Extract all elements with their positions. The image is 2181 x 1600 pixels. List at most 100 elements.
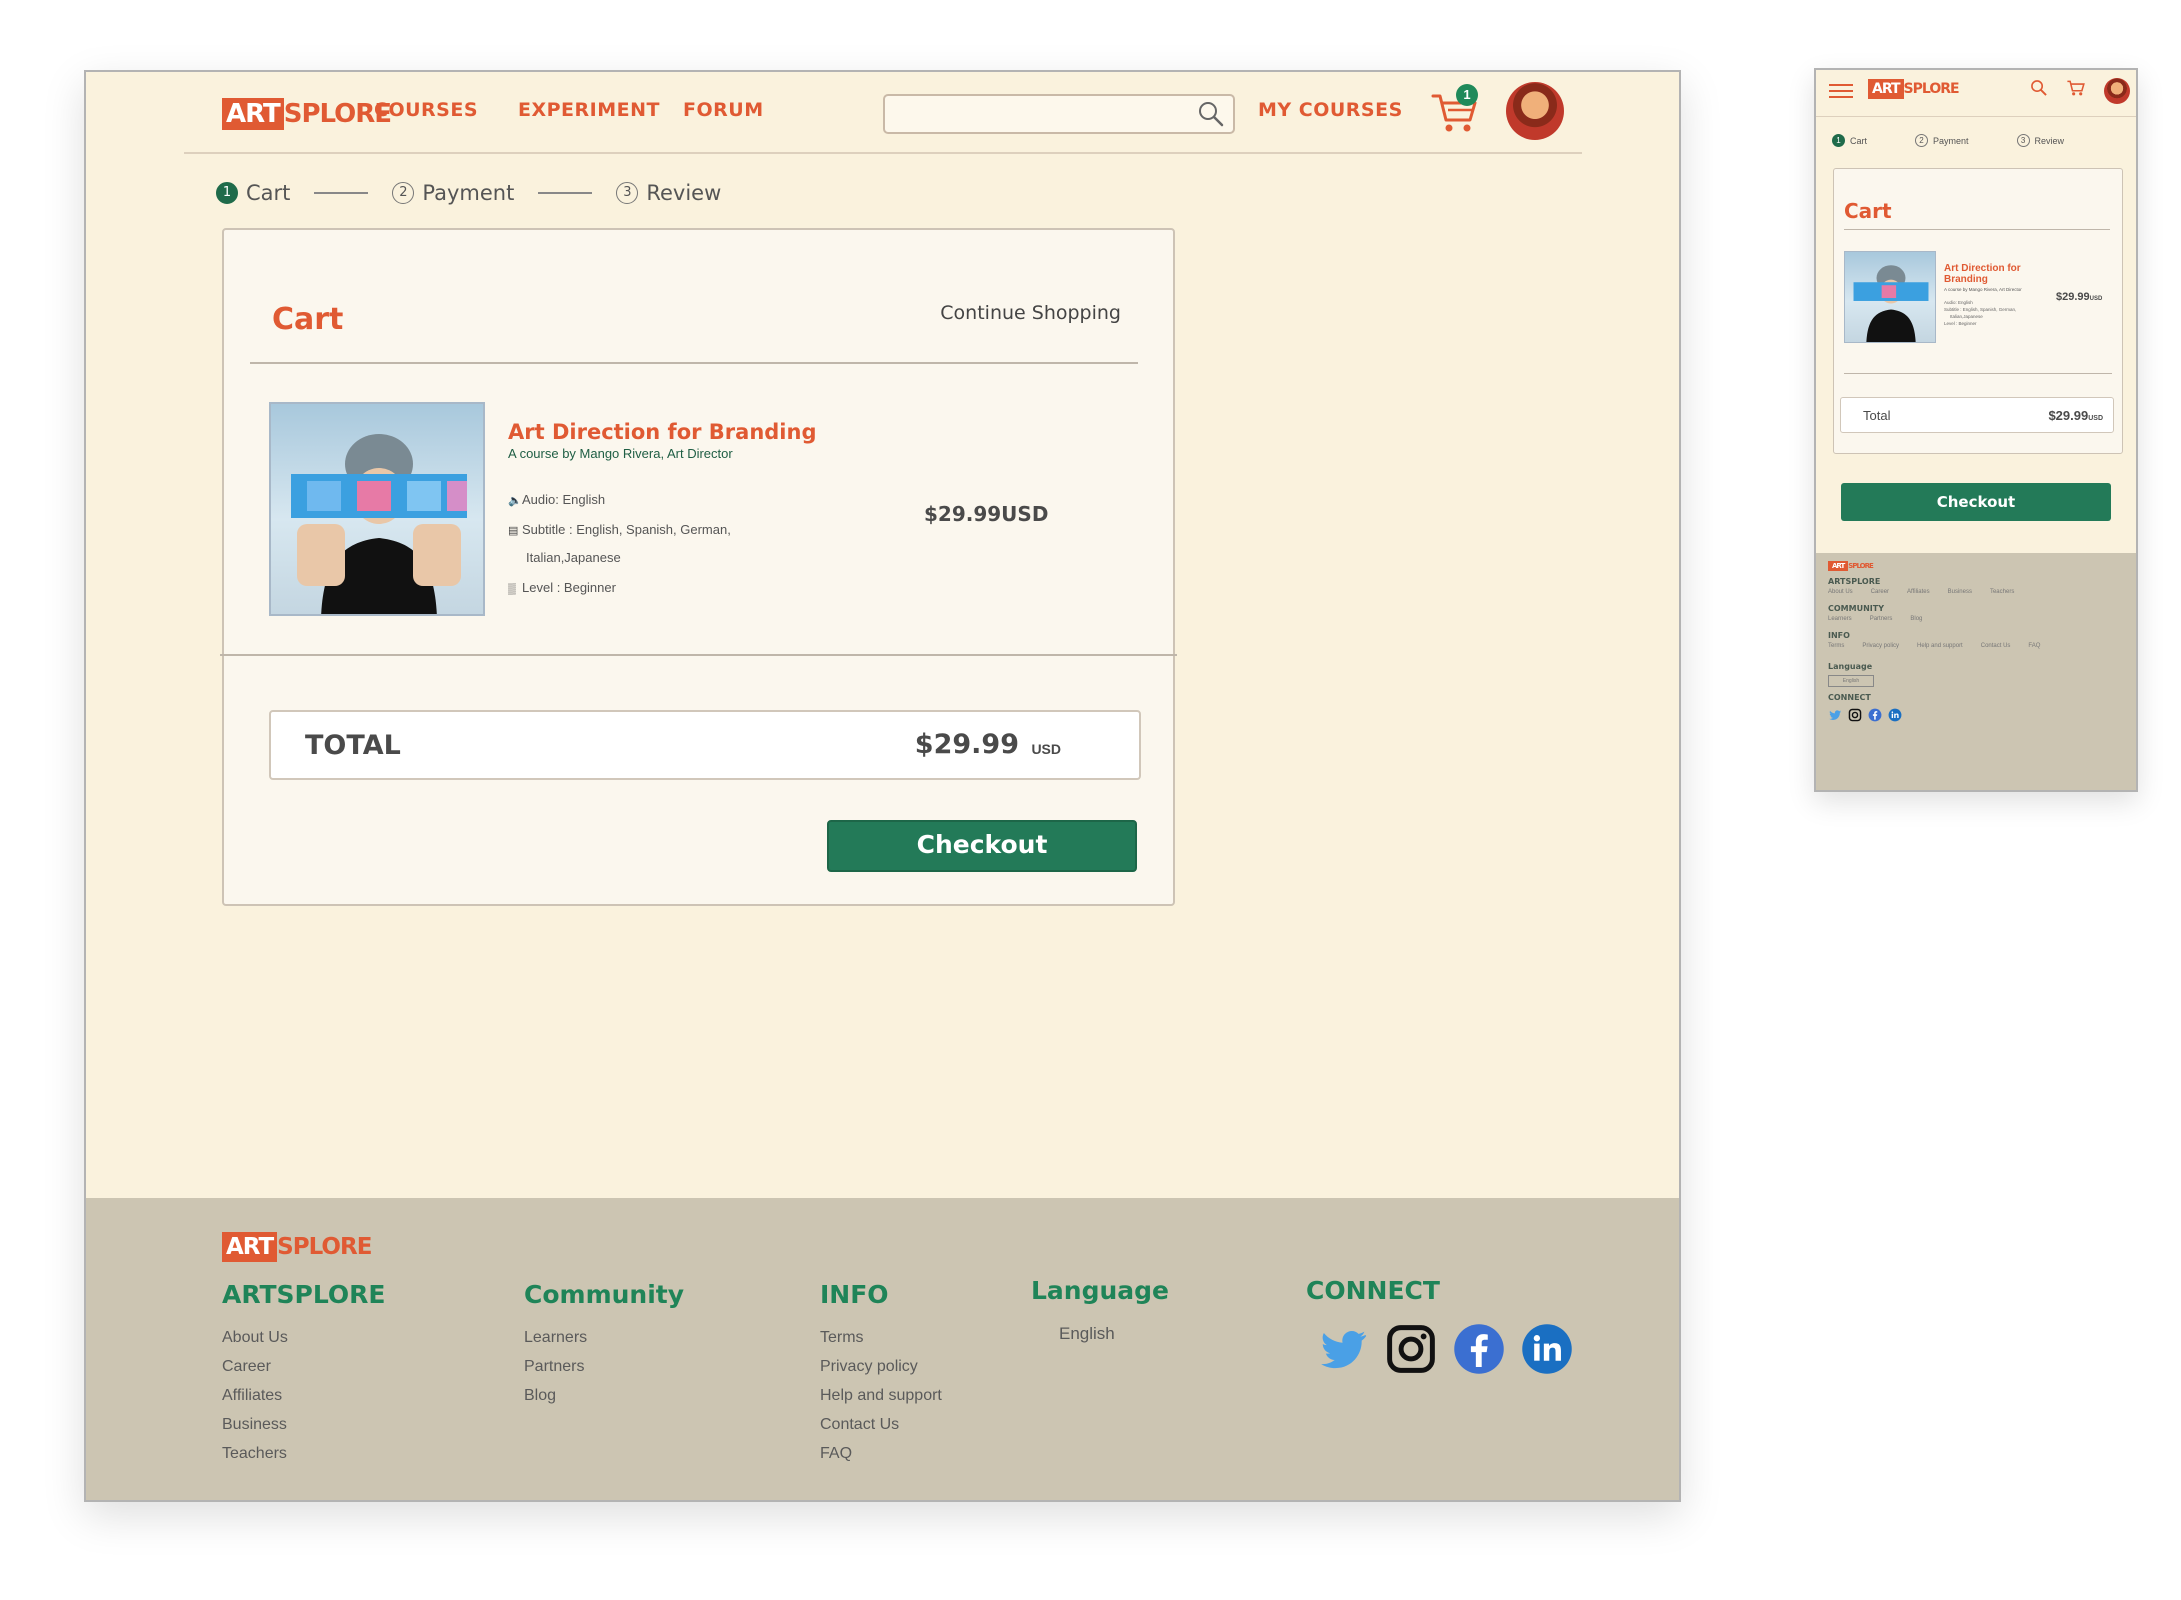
footer: ART SPLORE ARTSPLORE About Us Career Affi… bbox=[86, 1198, 1679, 1500]
step-3-dot: 3 bbox=[2016, 134, 2030, 147]
step-cart[interactable]: Cart bbox=[1850, 136, 1867, 146]
footer-link-blog[interactable]: Blog bbox=[1910, 616, 1922, 622]
footer-link-teachers[interactable]: Teachers bbox=[222, 1439, 385, 1468]
footer-link-affiliates[interactable]: Affiliates bbox=[1907, 589, 1930, 595]
footer-link-about[interactable]: About Us bbox=[222, 1323, 385, 1352]
cart-card: Cart Continue Shopping Art Direction for… bbox=[220, 228, 1177, 906]
course-level-text: Level : Beginner bbox=[522, 580, 616, 595]
course-title[interactable]: Art Direction for Branding bbox=[1944, 263, 2040, 285]
footer: ART SPLORE ARTSPLORE About Us Career Affili… bbox=[1816, 553, 2136, 790]
course-title[interactable]: Art Direction for Branding bbox=[508, 420, 817, 444]
footer-link-privacy[interactable]: Privacy policy bbox=[820, 1352, 942, 1381]
footer-link-privacy[interactable]: Privacy policy bbox=[1862, 643, 1899, 649]
checkout-button[interactable]: Checkout bbox=[827, 820, 1137, 872]
footer-link-contact[interactable]: Contact Us bbox=[820, 1410, 942, 1439]
menu-icon[interactable] bbox=[1829, 84, 1853, 98]
search-input[interactable] bbox=[895, 102, 1185, 126]
twitter-icon[interactable] bbox=[1828, 708, 1842, 722]
footer-link-business[interactable]: Business bbox=[1948, 589, 1972, 595]
nav-forum[interactable]: FORUM bbox=[683, 99, 764, 121]
brand-logo-box: ART bbox=[222, 98, 284, 130]
brand-logo[interactable]: ART SPLORE bbox=[222, 98, 392, 130]
avatar[interactable] bbox=[1506, 82, 1564, 140]
footer-link-partners[interactable]: Partners bbox=[524, 1352, 684, 1381]
checkout-steps: 1 Cart 2 Payment 3 Review bbox=[1832, 134, 2064, 147]
footer-link-career[interactable]: Career bbox=[222, 1352, 385, 1381]
footer-link-learners[interactable]: Learners bbox=[1828, 616, 1852, 622]
course-thumbnail[interactable] bbox=[269, 402, 485, 616]
footer-logo[interactable]: ART SPLORE bbox=[1828, 561, 1874, 571]
footer-link-help[interactable]: Help and support bbox=[1917, 643, 1963, 649]
course-audio: Audio: English bbox=[1944, 300, 1973, 305]
avatar[interactable] bbox=[2104, 78, 2130, 104]
footer-heading: Language bbox=[1828, 662, 1873, 671]
cart-count-badge: 1 bbox=[1456, 84, 1478, 106]
step-payment[interactable]: Payment bbox=[1933, 136, 1969, 146]
footer-logo-rest: SPLORE bbox=[1848, 562, 1873, 570]
footer-link-help[interactable]: Help and support bbox=[820, 1381, 942, 1410]
footer-logo-box: ART bbox=[1828, 561, 1849, 571]
continue-shopping-link[interactable]: Continue Shopping bbox=[940, 302, 1121, 324]
total-label: TOTAL bbox=[305, 730, 401, 761]
footer-link-business[interactable]: Business bbox=[222, 1410, 385, 1439]
language-select[interactable]: English bbox=[1031, 1319, 1169, 1348]
footer-link-faq[interactable]: FAQ bbox=[820, 1439, 942, 1468]
step-1-dot: 1 bbox=[216, 182, 238, 204]
footer-heading: ARTSPLORE bbox=[1828, 577, 1881, 586]
footer-link-faq[interactable]: FAQ bbox=[2028, 643, 2040, 649]
footer-link-terms[interactable]: Terms bbox=[1828, 643, 1844, 649]
step-review[interactable]: Review bbox=[2035, 136, 2065, 146]
footer-heading: CONNECT bbox=[1828, 693, 1871, 702]
footer-link-teachers[interactable]: Teachers bbox=[1990, 589, 2014, 595]
footer-link-terms[interactable]: Terms bbox=[820, 1323, 942, 1352]
footer-link-affiliates[interactable]: Affiliates bbox=[222, 1381, 385, 1410]
step-payment[interactable]: Payment bbox=[422, 181, 514, 205]
footer-heading: ARTSPLORE bbox=[222, 1280, 386, 1309]
step-review[interactable]: Review bbox=[646, 181, 721, 205]
footer-link-about[interactable]: About Us bbox=[1828, 589, 1853, 595]
course-subtitle-cont: Italian,Japanese bbox=[526, 550, 621, 565]
course-subtitle-cont: Italian,Japanese bbox=[1950, 314, 1983, 319]
mobile-logo-rest: SPLORE bbox=[1903, 81, 1960, 97]
facebook-icon[interactable] bbox=[1452, 1322, 1506, 1376]
footer-heading: COMMUNITY bbox=[1828, 604, 1885, 613]
cart-icon[interactable] bbox=[2066, 79, 2086, 102]
nav-experiment[interactable]: EXPERIMENT bbox=[518, 99, 660, 121]
total-amount: $29.99 bbox=[914, 729, 1019, 760]
header-divider bbox=[184, 152, 1582, 154]
footer-link-learners[interactable]: Learners bbox=[524, 1323, 684, 1352]
checkout-button[interactable]: Checkout bbox=[1841, 483, 2111, 521]
footer-link-career[interactable]: Career bbox=[1871, 589, 1889, 595]
mobile-logo-box: ART bbox=[1868, 79, 1904, 99]
course-thumbnail[interactable] bbox=[1844, 251, 1936, 343]
footer-heading: Language bbox=[1031, 1276, 1170, 1305]
linkedin-icon[interactable] bbox=[1888, 708, 1902, 722]
nav-courses[interactable]: COURSES bbox=[374, 99, 478, 121]
search-icon[interactable] bbox=[1197, 100, 1225, 133]
footer-heading: Community bbox=[524, 1280, 685, 1309]
footer-logo-rest: SPLORE bbox=[277, 1234, 372, 1260]
step-cart[interactable]: Cart bbox=[246, 181, 290, 205]
total-amount: $29.99USD bbox=[2048, 408, 2103, 423]
audio-icon: 🔈 bbox=[508, 495, 522, 507]
instagram-icon[interactable] bbox=[1384, 1322, 1438, 1376]
footer-link-blog[interactable]: Blog bbox=[524, 1381, 684, 1410]
instagram-icon[interactable] bbox=[1848, 708, 1862, 722]
language-select[interactable]: English bbox=[1828, 675, 1874, 687]
search-icon[interactable] bbox=[2030, 79, 2048, 102]
cart-divider bbox=[1844, 229, 2110, 230]
mobile-brand-logo[interactable]: ART SPLORE bbox=[1868, 79, 1960, 99]
footer-heading: INFO bbox=[820, 1280, 889, 1309]
footer-logo[interactable]: ART SPLORE bbox=[222, 1232, 372, 1262]
facebook-icon[interactable] bbox=[1868, 708, 1882, 722]
footer-col-community: Community Learners Partners Blog bbox=[524, 1280, 684, 1410]
footer-link-contact[interactable]: Contact Us bbox=[1981, 643, 2011, 649]
twitter-icon[interactable] bbox=[1316, 1322, 1370, 1376]
footer-link-partners[interactable]: Partners bbox=[1870, 616, 1893, 622]
footer-col-artsplore: ARTSPLORE About Us Career Affiliates Bus… bbox=[222, 1280, 385, 1468]
linkedin-icon[interactable] bbox=[1520, 1322, 1574, 1376]
nav-my-courses[interactable]: MY COURSES bbox=[1258, 99, 1403, 121]
course-author: A course by Mango Rivera, Art Director bbox=[508, 446, 733, 461]
cart-title: Cart bbox=[272, 302, 344, 337]
footer-links-community: Learners Partners Blog bbox=[1828, 616, 1940, 622]
